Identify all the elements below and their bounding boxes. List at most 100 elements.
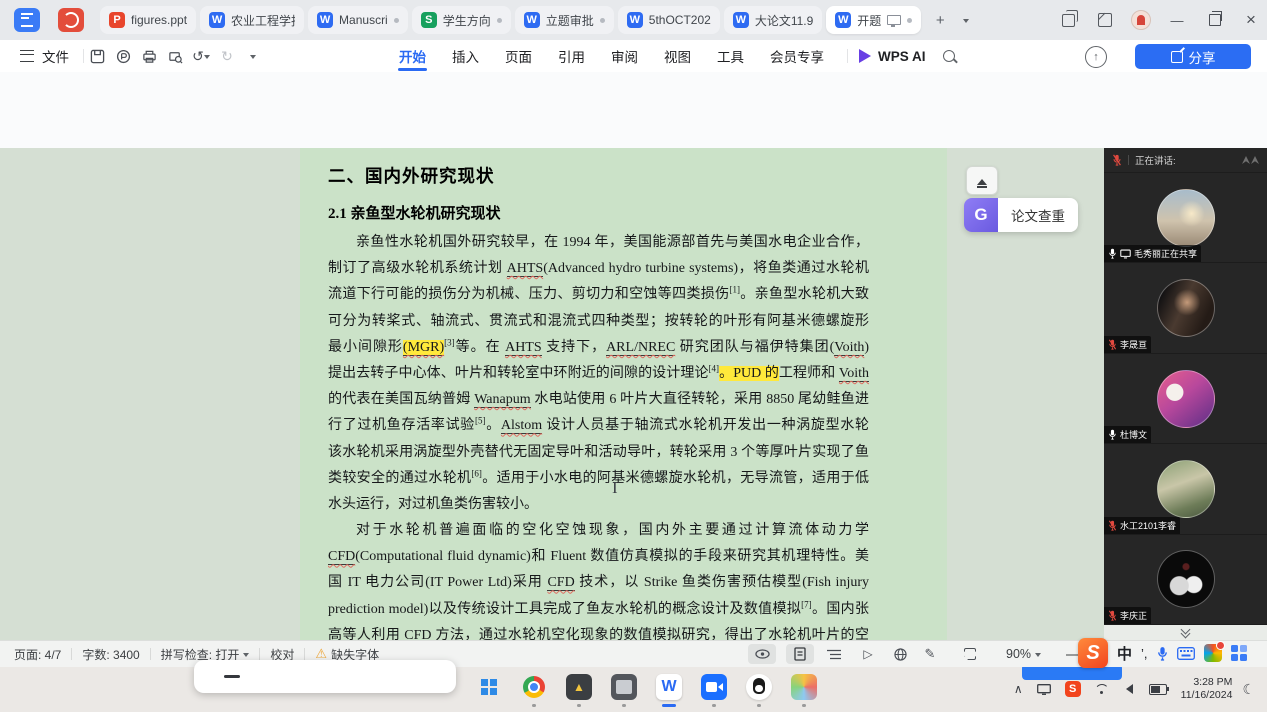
focus-assist-moon-icon[interactable]: ☾ xyxy=(1242,681,1255,698)
collapse-panel-button[interactable] xyxy=(966,166,998,195)
document-tab[interactable]: W开题 xyxy=(826,6,921,34)
close-button[interactable]: × xyxy=(1238,8,1264,32)
tray-volume-icon[interactable] xyxy=(1121,684,1135,694)
reader-view-button[interactable]: ▷ xyxy=(854,644,882,664)
account-avatar-button[interactable] xyxy=(1128,8,1154,32)
tab-list-button[interactable] xyxy=(955,9,977,31)
text: 研究团队与福伊特集团( xyxy=(675,340,834,355)
document-tab[interactable]: S学生方向 xyxy=(412,6,511,34)
document-workspace[interactable]: 二、国内外研究现状 2.1 亲鱼型水轮机研究现状 亲鱼性水轮机国外研究较早，在 … xyxy=(0,148,1104,640)
tray-sogou-icon[interactable]: S xyxy=(1065,681,1081,697)
page-indicator[interactable]: 页面: 4/7 xyxy=(14,646,61,663)
zoom-level[interactable]: 90% xyxy=(1006,647,1041,661)
document-text-line: 的代表在美国瓦纳普姆 Wanapum 水电站使用 6 叶片大直径转轮，采用 88… xyxy=(328,387,869,413)
taskbar-photos[interactable] xyxy=(790,673,818,701)
text: prediction model)以及传统设计工具完成了鱼友水轮机的概念设计及数… xyxy=(328,602,801,617)
start-button[interactable] xyxy=(475,673,503,701)
text: [3] xyxy=(444,337,455,347)
share-icon xyxy=(1171,51,1183,63)
ime-keyboard-icon[interactable] xyxy=(1177,647,1195,660)
participant-tile[interactable]: 李庆正 xyxy=(1104,535,1267,625)
save-button[interactable] xyxy=(84,45,110,67)
file-menu[interactable]: 文件 xyxy=(42,46,69,66)
page-view-button[interactable] xyxy=(786,644,814,664)
document-tab[interactable]: W农业工程学报 xyxy=(200,6,304,34)
taskbar-browser[interactable] xyxy=(520,673,548,701)
menu-插入[interactable]: 插入 xyxy=(439,41,492,71)
share-button[interactable]: 分享 xyxy=(1135,44,1251,69)
quickbar-more-button[interactable] xyxy=(240,45,266,67)
document-tab[interactable]: WManuscri xyxy=(308,6,408,34)
pages-stack-button[interactable] xyxy=(1055,8,1081,32)
menu-审阅[interactable]: 审阅 xyxy=(598,41,651,71)
word-count[interactable]: 字数: 3400 xyxy=(82,646,139,663)
unsaved-dot-icon xyxy=(497,18,502,23)
menu-页面[interactable]: 页面 xyxy=(492,41,545,71)
word-file-icon: W xyxy=(317,12,333,28)
tab-label: 学生方向 xyxy=(443,12,491,29)
hamburger-icon[interactable] xyxy=(20,50,34,62)
taskbar-app-capture[interactable] xyxy=(610,673,638,701)
text: ) xyxy=(864,340,869,355)
outline-view-button[interactable] xyxy=(820,644,848,664)
cloud-upload-button[interactable]: ↑ xyxy=(1085,46,1107,68)
export-pdf-button[interactable] xyxy=(110,45,136,67)
restore-button[interactable] xyxy=(1202,8,1228,32)
document-content[interactable]: 二、国内外研究现状 2.1 亲鱼型水轮机研究现状 亲鱼性水轮机国外研究较早，在 … xyxy=(328,156,869,640)
ribbon-search-button[interactable] xyxy=(936,45,962,67)
participant-tile[interactable]: 李晟亘 xyxy=(1104,263,1267,353)
highlight-view-button[interactable] xyxy=(748,644,776,664)
tray-expand-button[interactable]: ∧ xyxy=(1014,682,1023,696)
participant-tile[interactable]: 杜博文 xyxy=(1104,354,1267,444)
text: 对于水轮机普遍面临的空化空蚀现象，国内外主要通过计算流体动力学 xyxy=(356,523,869,538)
tray-battery-icon[interactable] xyxy=(1149,684,1167,695)
wps-logo-icon[interactable] xyxy=(58,8,84,32)
participant-name: 李晟亘 xyxy=(1120,338,1147,351)
participant-tile[interactable]: 水工2101李睿 xyxy=(1104,444,1267,534)
print-preview-button[interactable] xyxy=(162,45,188,67)
text: 类较安全的通过水轮机 xyxy=(328,471,471,486)
taskbar-qq[interactable] xyxy=(745,673,773,701)
redo-button[interactable]: ↻ xyxy=(214,45,240,67)
workspace-box-button[interactable] xyxy=(1092,8,1118,32)
share-label: 分享 xyxy=(1189,47,1216,67)
menu-工具[interactable]: 工具 xyxy=(704,41,757,71)
undo-button[interactable]: ↺ xyxy=(188,45,214,67)
taskbar-meeting[interactable] xyxy=(700,673,728,701)
web-view-button[interactable] xyxy=(886,644,914,664)
menu-开始[interactable]: 开始 xyxy=(386,41,439,71)
document-tab[interactable]: W大论文11.9 xyxy=(724,6,822,34)
print-button[interactable] xyxy=(136,45,162,67)
tray-wifi-icon[interactable] xyxy=(1095,684,1107,694)
wps-ai-button[interactable]: WPS AI xyxy=(858,49,926,64)
menu-视图[interactable]: 视图 xyxy=(651,41,704,71)
menu-会员专享[interactable]: 会员专享 xyxy=(757,41,837,71)
fullscreen-button[interactable] xyxy=(956,644,984,664)
ime-skin-icon[interactable] xyxy=(1204,644,1222,662)
ime-punctuation-toggle[interactable]: ’, xyxy=(1141,646,1148,661)
plagiarism-check-button[interactable]: G 论文查重 xyxy=(964,198,1078,232)
document-tab[interactable]: Pfigures.ppt xyxy=(100,6,196,34)
ime-mic-icon[interactable] xyxy=(1157,646,1168,661)
participant-tile[interactable]: 毛秀丽正在共享 xyxy=(1104,173,1267,263)
minimize-button[interactable]: — xyxy=(1164,8,1190,32)
taskbar-wps[interactable]: W xyxy=(655,673,683,701)
text: 水头运行，对过机鱼类伤害较小。 xyxy=(328,497,538,512)
text: [5] xyxy=(475,416,486,426)
document-tab[interactable]: W立题审批 xyxy=(515,6,614,34)
taskbar-app-warning[interactable]: ▲ xyxy=(565,673,593,701)
sogou-ime-icon[interactable]: S xyxy=(1078,638,1108,668)
ime-toolbox-icon[interactable] xyxy=(1231,645,1247,661)
floating-toolbar[interactable] xyxy=(194,660,456,693)
ink-annotate-button[interactable]: ✎ xyxy=(916,644,944,664)
tray-display-icon[interactable] xyxy=(1037,684,1051,695)
tab-label: 开题 xyxy=(857,12,881,29)
menu-引用[interactable]: 引用 xyxy=(545,41,598,71)
ime-language-toggle[interactable]: 中 xyxy=(1117,643,1132,664)
taskbar-clock[interactable]: 3:28 PM 11/16/2024 xyxy=(1181,676,1233,702)
new-tab-button[interactable]: + xyxy=(929,9,951,31)
text: 。国内张 xyxy=(812,602,869,617)
document-tab[interactable]: W5thOCT202 xyxy=(618,6,720,34)
home-icon[interactable] xyxy=(14,8,40,32)
participant-label: 水工2101李睿 xyxy=(1104,517,1180,534)
